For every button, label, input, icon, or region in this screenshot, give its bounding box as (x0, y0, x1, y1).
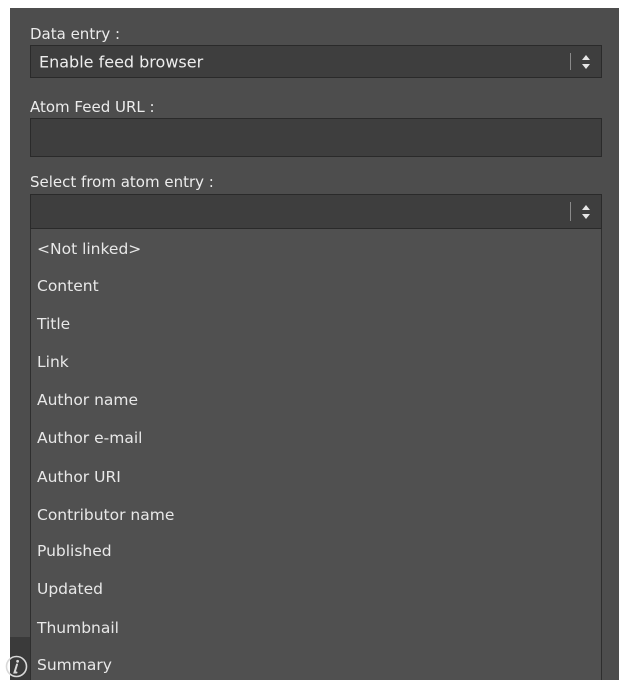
dropdown-option-author-email[interactable]: Author e-mail (37, 428, 142, 448)
data-entry-label: Data entry : (30, 25, 121, 43)
data-entry-selected-value: Enable feed browser (39, 52, 204, 71)
atom-entry-spinner[interactable] (565, 195, 601, 228)
dropdown-option-title[interactable]: Title (37, 314, 70, 334)
dropdown-option-published[interactable]: Published (37, 541, 112, 561)
dropdown-option-contributor-name[interactable]: Contributor name (37, 505, 174, 525)
dropdown-option-link[interactable]: Link (37, 352, 69, 372)
dropdown-option-updated[interactable]: Updated (37, 579, 103, 599)
dropdown-option-content[interactable]: Content (37, 276, 99, 296)
data-entry-spinner[interactable] (565, 46, 601, 77)
dropdown-option-thumbnail[interactable]: Thumbnail (37, 618, 119, 638)
atom-entry-select[interactable] (30, 194, 602, 229)
dropdown-option-author-uri[interactable]: Author URI (37, 467, 121, 487)
atom-feed-url-input[interactable] (30, 118, 602, 157)
separator (570, 202, 571, 221)
atom-feed-url-label: Atom Feed URL : (30, 98, 155, 116)
dropdown-option-summary[interactable]: Summary (37, 655, 112, 675)
dropdown-option-not-linked[interactable]: <Not linked> (37, 239, 141, 259)
dropdown-option-author-name[interactable]: Author name (37, 390, 138, 410)
separator (570, 53, 571, 70)
info-icon[interactable] (5, 655, 28, 678)
data-entry-select[interactable]: Enable feed browser (30, 45, 602, 78)
atom-entry-dropdown-list: <Not linked> Content Title Link Author n… (30, 229, 602, 680)
up-down-arrows-icon (582, 54, 590, 69)
up-down-arrows-icon (582, 204, 590, 219)
atom-entry-label: Select from atom entry : (30, 173, 214, 191)
